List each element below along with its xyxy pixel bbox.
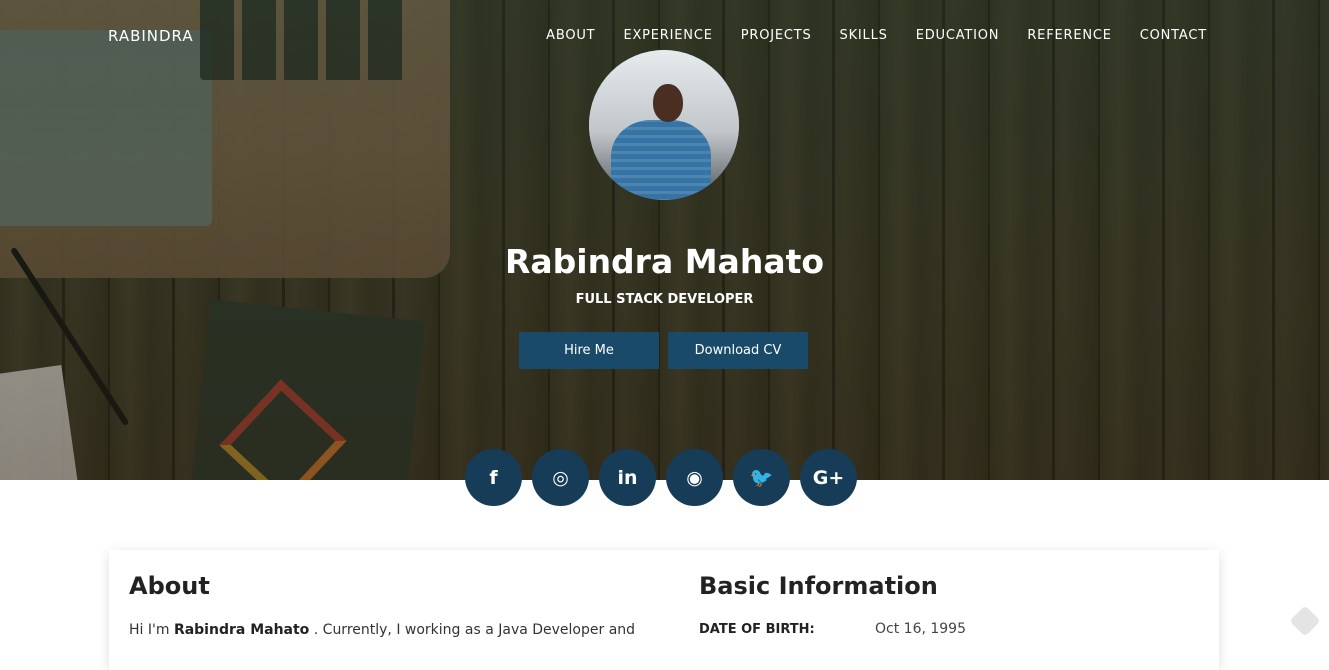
download-cv-button[interactable]: Download CV [668,332,808,369]
hero-role: FULL STACK DEVELOPER [575,292,754,307]
nav-skills[interactable]: SKILLS [840,28,888,43]
about-title: About [129,572,210,600]
nav-contact[interactable]: CONTACT [1140,28,1207,43]
about-text: Hi I'm Rabindra Mahato . Currently, I wo… [129,622,636,638]
hero-name: Rabindra Mahato [504,242,825,281]
social-links: f ◎ in ◉ 🐦 G+ [465,449,857,506]
facebook-icon[interactable]: f [465,449,522,506]
brand-link[interactable]: RABINDRA [108,27,194,45]
about-name: Rabindra Mahato [173,622,310,638]
twitter-icon[interactable]: 🐦 [733,449,790,506]
instagram-icon[interactable]: ◎ [532,449,589,506]
nav-projects[interactable]: PROJECTS [741,28,812,43]
nav-about[interactable]: ABOUT [546,28,595,43]
dob-label: DATE OF BIRTH: [699,622,815,637]
scroll-widget-icon[interactable] [1289,605,1321,637]
about-card: About Hi I'm Rabindra Mahato . Currently… [109,550,1219,670]
github-icon[interactable]: ◉ [666,449,723,506]
basic-info-title: Basic Information [699,572,938,600]
dob-value: Oct 16, 1995 [875,621,966,637]
linkedin-icon[interactable]: in [599,449,656,506]
profile-photo [589,50,739,200]
nav-reference[interactable]: REFERENCE [1027,28,1111,43]
nav-menu: ABOUT EXPERIENCE PROJECTS SKILLS EDUCATI… [546,28,1207,43]
nav-experience[interactable]: EXPERIENCE [623,28,712,43]
google-plus-icon[interactable]: G+ [800,449,857,506]
hire-me-button[interactable]: Hire Me [519,332,659,369]
nav-education[interactable]: EDUCATION [916,28,1000,43]
